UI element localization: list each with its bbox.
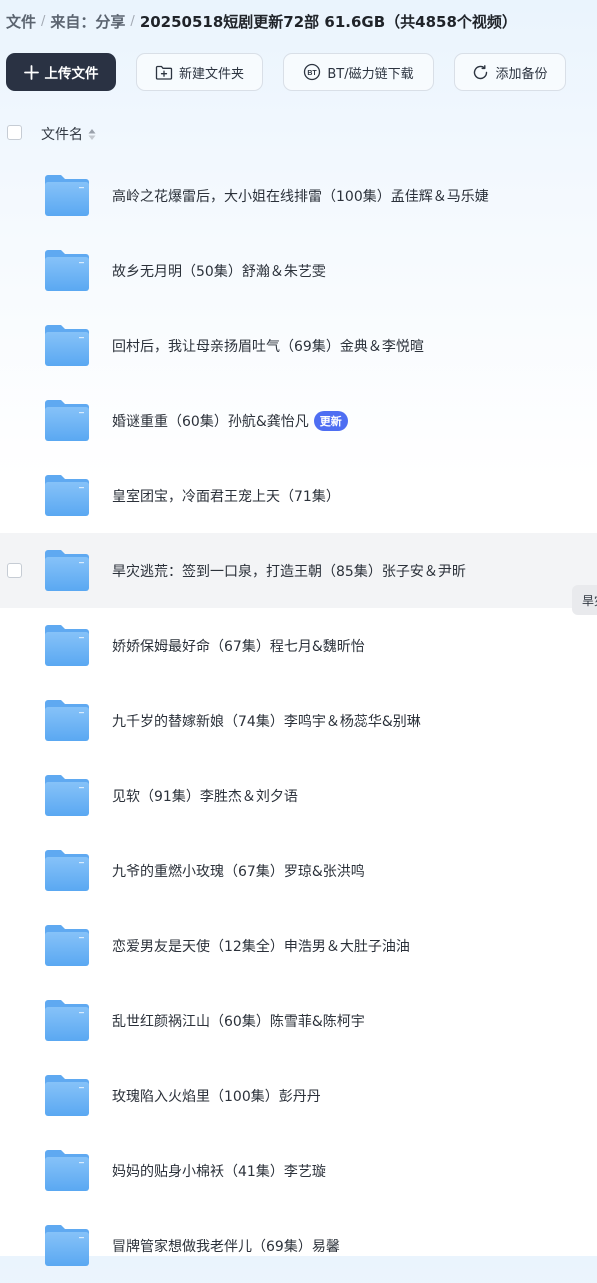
file-row[interactable]: 旱灾逃荒：签到一口泉，打造王朝（85集）张子安＆尹昕 (0, 533, 597, 608)
folder-icon[interactable] (44, 249, 90, 292)
file-name[interactable]: 妈妈的贴身小棉袄（41集）李艺璇 (112, 1133, 326, 1208)
folder-icon[interactable] (44, 1074, 90, 1117)
folder-icon[interactable] (44, 774, 90, 817)
folder-icon[interactable] (44, 849, 90, 892)
file-name[interactable]: 婚谜重重（60集）孙航&龚怡凡 更新 (112, 383, 348, 458)
folder-icon[interactable] (44, 999, 90, 1042)
new-folder-button[interactable]: 新建文件夹 (136, 53, 263, 91)
file-name[interactable]: 玫瑰陷入火焰里（100集）彭丹丹 (112, 1058, 321, 1133)
file-row[interactable]: 婚谜重重（60集）孙航&龚怡凡 更新 (0, 383, 597, 458)
file-name-text: 恋爱男友是天使（12集全）申浩男＆大肚子油油 (112, 938, 410, 955)
folder-icon[interactable] (44, 174, 90, 217)
file-name[interactable]: 九爷的重燃小玫瑰（67集）罗琼&张洪鸣 (112, 833, 365, 908)
file-name[interactable]: 故乡无月明（50集）舒瀚＆朱艺雯 (112, 233, 326, 308)
file-name-text: 玫瑰陷入火焰里（100集）彭丹丹 (112, 1088, 321, 1105)
file-name[interactable]: 旱灾逃荒：签到一口泉，打造王朝（85集）张子安＆尹昕 (112, 533, 466, 608)
file-row[interactable]: 九千岁的替嫁新娘（74集）李鸣宇＆杨蕊华&别琳 (0, 683, 597, 758)
folder-icon[interactable] (44, 399, 90, 442)
file-list: 高岭之花爆雷后，大小姐在线排雷（100集）孟佳辉＆马乐婕 故乡无月明（50集）舒瀚… (0, 158, 597, 1283)
file-name[interactable]: 冒牌管家想做我老伴儿（69集）易馨 (112, 1208, 340, 1283)
plus-icon (23, 64, 39, 80)
file-row[interactable]: 冒牌管家想做我老伴儿（69集）易馨 (0, 1208, 597, 1283)
file-row[interactable]: 娇娇保姆最好命（67集）程七月&魏昕怡 (0, 608, 597, 683)
file-name[interactable]: 乱世红颜祸江山（60集）陈雪菲&陈柯宇 (112, 983, 365, 1058)
breadcrumb-separator: / (130, 13, 135, 29)
file-row[interactable]: 乱世红颜祸江山（60集）陈雪菲&陈柯宇 (0, 983, 597, 1058)
upload-button-label: 上传文件 (44, 66, 99, 82)
name-tooltip: 旱灾 (572, 585, 597, 615)
file-name[interactable]: 皇室团宝，冷面君王宠上天（71集） (112, 458, 340, 533)
folder-icon[interactable] (44, 699, 90, 742)
add-backup-button[interactable]: 添加备份 (454, 53, 566, 91)
file-name-text: 故乡无月明（50集）舒瀚＆朱艺雯 (112, 263, 326, 280)
file-row[interactable]: 见软（91集）李胜杰＆刘夕语 (0, 758, 597, 833)
svg-text:BT: BT (308, 70, 318, 77)
new-folder-button-label: 新建文件夹 (178, 66, 244, 82)
bt-icon: BT (303, 63, 321, 81)
folder-icon[interactable] (44, 1149, 90, 1192)
breadcrumb-parent[interactable]: 来自：分享 (50, 11, 125, 32)
file-name-text: 娇娇保姆最好命（67集）程七月&魏昕怡 (112, 638, 365, 655)
update-badge: 更新 (313, 410, 348, 431)
folder-icon[interactable] (44, 1224, 90, 1267)
add-backup-button-label: 添加备份 (495, 66, 548, 82)
file-name-text: 妈妈的贴身小棉袄（41集）李艺璇 (112, 1163, 326, 1180)
file-row[interactable]: 恋爱男友是天使（12集全）申浩男＆大肚子油油 (0, 908, 597, 983)
file-name-text: 皇室团宝，冷面君王宠上天（71集） (112, 488, 340, 505)
file-name-text: 九爷的重燃小玫瑰（67集）罗琼&张洪鸣 (112, 863, 365, 880)
file-name[interactable]: 见软（91集）李胜杰＆刘夕语 (112, 758, 298, 833)
file-row[interactable]: 故乡无月明（50集）舒瀚＆朱艺雯 (0, 233, 597, 308)
breadcrumb-current: 20250518短剧更新72部 61.6GB（共4858个视频） (139, 12, 517, 31)
file-name-text: 高岭之花爆雷后，大小姐在线排雷（100集）孟佳辉＆马乐婕 (112, 188, 489, 205)
upload-button[interactable]: 上传文件 (6, 53, 116, 91)
sort-icon[interactable] (88, 128, 96, 141)
folder-icon[interactable] (44, 924, 90, 967)
file-name-text: 乱世红颜祸江山（60集）陈雪菲&陈柯宇 (112, 1013, 365, 1030)
file-name-text: 见软（91集）李胜杰＆刘夕语 (112, 788, 298, 805)
breadcrumb-separator: / (41, 13, 46, 29)
file-list-header: 文件名 (0, 115, 597, 151)
bt-download-button-label: BT/磁力链下载 (327, 66, 414, 82)
file-row[interactable]: 妈妈的贴身小棉袄（41集）李艺璇 (0, 1133, 597, 1208)
file-row[interactable]: 皇室团宝，冷面君王宠上天（71集） (0, 458, 597, 533)
file-row[interactable]: 九爷的重燃小玫瑰（67集）罗琼&张洪鸣 (0, 833, 597, 908)
file-name-column-label: 文件名 (41, 127, 83, 143)
file-name[interactable]: 高岭之花爆雷后，大小姐在线排雷（100集）孟佳辉＆马乐婕 (112, 158, 489, 233)
file-row[interactable]: 玫瑰陷入火焰里（100集）彭丹丹 (0, 1058, 597, 1133)
folder-icon[interactable] (44, 624, 90, 667)
file-name[interactable]: 回村后，我让母亲扬眉吐气（69集）金典＆李悦暄 (112, 308, 424, 383)
select-all-checkbox[interactable] (7, 125, 22, 140)
folder-icon[interactable] (44, 324, 90, 367)
file-name[interactable]: 恋爱男友是天使（12集全）申浩男＆大肚子油油 (112, 908, 410, 983)
file-name-text: 冒牌管家想做我老伴儿（69集）易馨 (112, 1238, 340, 1255)
breadcrumb-root[interactable]: 文件 (6, 11, 36, 32)
file-name[interactable]: 娇娇保姆最好命（67集）程七月&魏昕怡 (112, 608, 365, 683)
tooltip-text: 旱灾 (582, 593, 597, 608)
folder-icon[interactable] (44, 549, 90, 592)
file-name-column-header[interactable]: 文件名 (41, 124, 96, 144)
file-row[interactable]: 回村后，我让母亲扬眉吐气（69集）金典＆李悦暄 (0, 308, 597, 383)
row-checkbox[interactable] (7, 563, 22, 578)
breadcrumb: 文件 / 来自：分享 / 20250518短剧更新72部 61.6GB（共485… (6, 8, 517, 34)
file-row[interactable]: 高岭之花爆雷后，大小姐在线排雷（100集）孟佳辉＆马乐婕 (0, 158, 597, 233)
folder-plus-icon (155, 65, 173, 80)
file-name[interactable]: 九千岁的替嫁新娘（74集）李鸣宇＆杨蕊华&别琳 (112, 683, 421, 758)
file-name-text: 婚谜重重（60集）孙航&龚怡凡 (112, 413, 309, 430)
file-name-text: 九千岁的替嫁新娘（74集）李鸣宇＆杨蕊华&别琳 (112, 713, 421, 730)
sync-icon (472, 64, 489, 81)
folder-icon[interactable] (44, 474, 90, 517)
file-name-text: 回村后，我让母亲扬眉吐气（69集）金典＆李悦暄 (112, 338, 424, 355)
bt-download-button[interactable]: BT BT/磁力链下载 (283, 53, 434, 91)
file-name-text: 旱灾逃荒：签到一口泉，打造王朝（85集）张子安＆尹昕 (112, 563, 466, 580)
